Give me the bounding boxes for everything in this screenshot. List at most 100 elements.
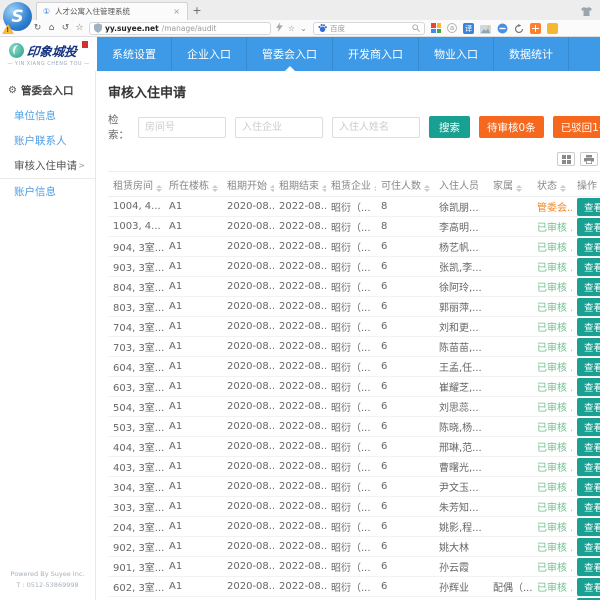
print-button[interactable] (580, 152, 598, 166)
cell-room: 204, 3室... (108, 517, 164, 537)
cell-building: A1 (164, 577, 222, 597)
sidebar-item-label: 单位信息 (14, 108, 56, 123)
company-input[interactable] (235, 117, 323, 138)
sort-icon[interactable] (212, 185, 218, 192)
column-header[interactable]: 家属 (488, 172, 532, 197)
refresh-icon[interactable]: ↻ (31, 23, 44, 33)
view-button[interactable]: 查看 (577, 498, 600, 516)
table-row: 904, 3室... A1 2020-08... 2022-08... 昭衍（.… (108, 237, 600, 257)
cell-lease-end: 2022-08... (274, 277, 326, 297)
favorites-icon[interactable]: ☆ (73, 23, 86, 33)
view-button[interactable]: 查看 (577, 278, 600, 296)
view-button[interactable]: 查看 (577, 418, 600, 436)
view-button[interactable]: 查看 (577, 438, 600, 456)
view-button[interactable]: 查看 (577, 358, 600, 376)
view-button[interactable]: 查看 (577, 258, 600, 276)
pending-filter-button[interactable]: 待审核0条 (479, 116, 544, 138)
sidebar-item[interactable]: 账户信息 > (0, 179, 95, 204)
sidebar-item[interactable]: 单位信息 > (0, 103, 95, 128)
cell-capacity: 6 (376, 317, 434, 337)
status-badge: 已审核 ... (537, 543, 572, 554)
nav-tab[interactable]: 开发商入口 (333, 37, 419, 71)
sort-icon[interactable] (516, 185, 522, 192)
translate-icon[interactable]: 译 (463, 23, 474, 34)
cell-lease-end: 2022-08... (274, 297, 326, 317)
cell-family (488, 537, 532, 557)
cell-people: 崔耀芝,... (434, 377, 488, 397)
search-bar: 检索： 搜索 待审核0条 已驳回1条 (108, 112, 600, 142)
column-header[interactable]: 所在楼栋 (164, 172, 222, 197)
view-button[interactable]: 查看 (577, 378, 600, 396)
flash-icon[interactable] (274, 22, 285, 34)
view-button[interactable]: 查看 (577, 578, 600, 596)
columns-toggle-button[interactable] (557, 152, 575, 166)
view-button[interactable]: 查看 (577, 338, 600, 356)
rejected-filter-button[interactable]: 已驳回1条 (553, 116, 600, 138)
tenant-name-input[interactable] (332, 117, 420, 138)
view-button[interactable]: 查看 (577, 398, 600, 416)
cell-capacity: 6 (376, 597, 434, 600)
search-engine-box[interactable]: 百度 (313, 22, 425, 35)
column-header[interactable]: 状态 (532, 172, 572, 197)
column-header[interactable]: 可住人数 (376, 172, 434, 197)
bookmark-star-icon[interactable]: ☆ (286, 24, 297, 33)
view-button[interactable]: 查看 (577, 478, 600, 496)
sidebar-section-header[interactable]: ⚙ 管委会入口 (0, 78, 95, 103)
chevron-down-icon[interactable]: ⌄ (298, 24, 309, 33)
cell-room: 303, 3室... (108, 497, 164, 517)
column-header[interactable]: 操作 (572, 172, 600, 197)
nav-tab[interactable]: 企业入口 (172, 37, 247, 71)
view-button[interactable]: 查看 (577, 238, 600, 256)
address-bar[interactable]: yy.suyee.net/manage/audit (89, 22, 271, 35)
recycle-icon[interactable] (514, 19, 524, 38)
sort-icon[interactable] (374, 185, 376, 192)
view-button[interactable]: 查看 (577, 298, 600, 316)
sidebar-item[interactable]: 账户联系人 > (0, 128, 95, 153)
room-number-input[interactable] (138, 117, 226, 138)
skin-icon[interactable] (581, 1, 592, 20)
sort-icon[interactable] (424, 185, 430, 192)
taobao-icon[interactable] (530, 23, 541, 34)
column-header[interactable]: 租期开始 (222, 172, 274, 197)
view-button[interactable]: 查看 (577, 558, 600, 576)
home-icon[interactable]: ⌂ (45, 23, 58, 33)
minus-circle-icon[interactable] (497, 19, 508, 38)
cell-building: A1 (164, 357, 222, 377)
sort-icon[interactable] (322, 185, 326, 192)
nav-tab[interactable]: 系统设置 (97, 37, 172, 71)
view-button[interactable]: 查看 (577, 458, 600, 476)
sort-icon[interactable] (270, 185, 274, 192)
search-button[interactable]: 搜索 (429, 116, 470, 138)
sort-icon[interactable] (156, 185, 162, 192)
view-button[interactable]: 查看 (577, 318, 600, 336)
clipped-extension-icon[interactable] (547, 23, 558, 34)
table-row: 804, 3室... A1 2020-08... 2022-08... 昭衍（.… (108, 277, 600, 297)
extension-a-icon[interactable]: a (447, 23, 457, 33)
column-header[interactable]: 租赁企业 (326, 172, 376, 197)
cell-lease-start: 2020-08... (222, 477, 274, 497)
view-button[interactable]: 查看 (577, 198, 600, 216)
screenshot-icon[interactable] (480, 19, 491, 38)
nav-tab[interactable]: 管委会入口 (247, 37, 333, 71)
cell-family (488, 477, 532, 497)
cell-people: 陈晓,杨... (434, 417, 488, 437)
view-button[interactable]: 查看 (577, 218, 600, 236)
close-tab-icon[interactable]: × (171, 7, 182, 16)
view-button[interactable]: 查看 (577, 518, 600, 536)
sort-icon[interactable] (560, 185, 566, 192)
nav-tab[interactable]: 数据统计 (494, 37, 569, 71)
nav-tab[interactable]: 物业入口 (419, 37, 494, 71)
sidebar-item[interactable]: 审核入住申请 > (0, 153, 95, 179)
view-button[interactable]: 查看 (577, 538, 600, 556)
new-tab-button[interactable]: + (188, 2, 206, 20)
table-header-row: 租赁房间 所在楼栋 租期开始 租期结束 (108, 172, 600, 197)
apps-grid-icon[interactable] (431, 23, 441, 33)
search-label: 检索： (108, 112, 129, 142)
table-tools (108, 152, 598, 166)
browser-tab[interactable]: ① 人才公寓入住管理系统 × (36, 2, 188, 20)
column-header[interactable]: 入住人员 (434, 172, 488, 197)
column-header[interactable]: 租期结束 (274, 172, 326, 197)
undo-icon[interactable]: ↺ (59, 23, 72, 33)
cell-company: 昭衍（... (326, 497, 376, 517)
column-header[interactable]: 租赁房间 (108, 172, 164, 197)
